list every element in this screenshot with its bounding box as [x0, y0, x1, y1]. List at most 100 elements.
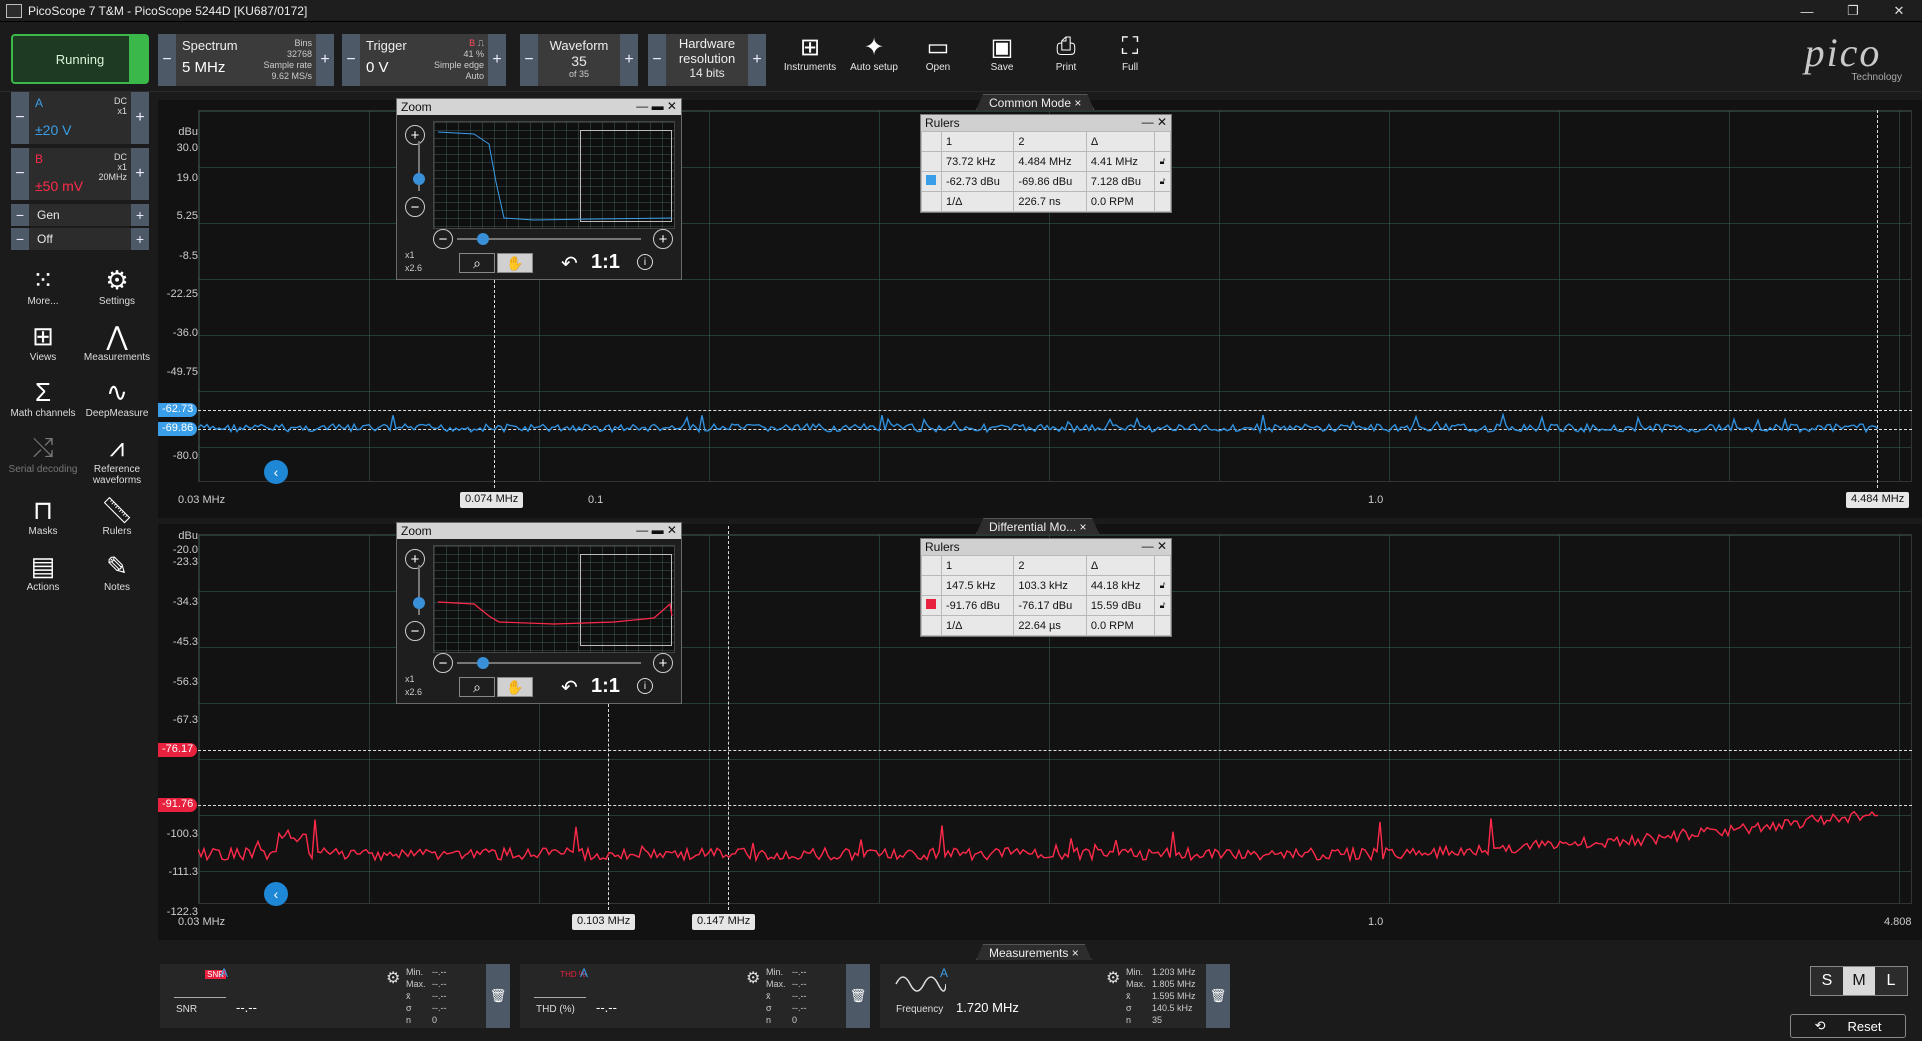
- previous-page-button-bottom[interactable]: ‹: [264, 882, 288, 906]
- reference-waveforms-button[interactable]: ⩘ Reference waveforms: [82, 432, 152, 486]
- notes-button[interactable]: ✎ Notes: [82, 550, 152, 594]
- zoom-in-button[interactable]: +: [405, 125, 425, 145]
- size-medium-button[interactable]: M: [1843, 967, 1875, 995]
- bottom-ruler-x-flag-1[interactable]: 0.103 MHz: [572, 914, 636, 930]
- differential-mode-tab[interactable]: Differential Mo... ×: [976, 518, 1100, 534]
- size-large-button[interactable]: L: [1875, 967, 1907, 995]
- waveform-value-box[interactable]: Waveform 35 of 35: [538, 34, 620, 86]
- math-channels-button[interactable]: Σ Math channels: [8, 376, 78, 420]
- top-ruler-flag-1[interactable]: -62.73: [158, 403, 198, 417]
- zoom-out-button[interactable]: −: [405, 197, 425, 217]
- measurements-tab[interactable]: Measurements ×: [976, 944, 1092, 960]
- zoom-overview-top[interactable]: Zoom — ▬ ✕ + − − + x1 x2.6 ⌕ ✋ ↶ 1:1 i: [396, 98, 682, 280]
- h-zoom-in-button[interactable]: +: [653, 229, 673, 249]
- channel-a-minus[interactable]: −: [11, 92, 29, 144]
- lock-icon[interactable]: 🔓︎: [1154, 595, 1171, 616]
- zoom-tool-button[interactable]: ⌕: [459, 253, 495, 273]
- serial-decoding-button[interactable]: ⤭ Serial decoding: [8, 432, 78, 475]
- rulers-panel-top[interactable]: Rulers — ✕ 12Δ 73.72 kHz 4.484 MHz 4.41 MHz…: [920, 114, 1172, 213]
- views-button[interactable]: ⊞ Views: [8, 320, 78, 364]
- settings-button[interactable]: ⚙ Settings: [82, 264, 152, 308]
- zoom-reset-button[interactable]: 1:1: [591, 675, 620, 698]
- previous-page-button[interactable]: ‹: [264, 460, 288, 484]
- h-zoom-out-button[interactable]: −: [433, 653, 453, 673]
- off-minus[interactable]: −: [11, 228, 29, 250]
- zoom-horizontal-knob[interactable]: [477, 657, 489, 669]
- gen-minus[interactable]: −: [11, 204, 29, 226]
- print-button[interactable]: ⎙ Print: [1038, 32, 1094, 73]
- spectrum-value-box[interactable]: Spectrum 5 MHz Bins 32768 Sample rate 9.62…: [176, 34, 316, 86]
- lock-icon[interactable]: 🔓︎: [1154, 151, 1171, 172]
- stop-strip[interactable]: [129, 36, 147, 82]
- delete-measurement-button[interactable]: 🗑︎: [846, 964, 870, 1028]
- common-mode-tab[interactable]: Common Mode ×: [976, 94, 1095, 110]
- top-ruler-x-flag-1[interactable]: 0.074 MHz: [460, 492, 524, 508]
- delete-measurement-button[interactable]: 🗑︎: [1206, 964, 1230, 1028]
- zoom-vertical-knob[interactable]: [413, 597, 425, 609]
- rulers-button[interactable]: 📏︎ Rulers: [82, 494, 152, 538]
- zoom-tool-button[interactable]: ⌕: [459, 677, 495, 697]
- instruments-button[interactable]: ⊞ Instruments: [782, 32, 838, 74]
- trigger-minus-button[interactable]: −: [342, 34, 360, 86]
- gear-icon[interactable]: ⚙: [386, 968, 400, 988]
- thd-measurement-card[interactable]: THD % A THD (%) --.-- ⚙ Min. Max. x̄ σ n --.…: [520, 964, 870, 1028]
- full-screen-button[interactable]: ⛶ Full: [1102, 32, 1158, 73]
- bottom-ruler-x-flag-2[interactable]: 0.147 MHz: [692, 914, 756, 930]
- gear-icon[interactable]: ⚙: [746, 968, 760, 988]
- masks-button[interactable]: ⊓ Masks: [8, 494, 78, 538]
- trigger-value-box[interactable]: Trigger 0 V B ⎍ 41 % Simple edge Auto: [360, 34, 488, 86]
- waveform-minus-button[interactable]: −: [520, 34, 538, 86]
- resolution-value-box[interactable]: Hardware resolution 14 bits: [666, 34, 748, 86]
- bottom-ruler-flag-2[interactable]: -91.76: [158, 798, 198, 812]
- save-button[interactable]: ▣ Save: [974, 32, 1030, 74]
- auto-setup-button[interactable]: ✦ Auto setup: [846, 32, 902, 74]
- zoom-thumbnail[interactable]: [433, 545, 675, 653]
- info-icon[interactable]: i: [637, 254, 653, 270]
- rulers-window-controls[interactable]: — ✕: [1142, 539, 1167, 553]
- h-zoom-in-button[interactable]: +: [653, 653, 673, 673]
- zoom-in-button[interactable]: +: [405, 549, 425, 569]
- undo-zoom-button[interactable]: ↶: [561, 251, 578, 276]
- bottom-ruler-flag-1[interactable]: -76.17: [158, 743, 198, 757]
- pan-tool-button[interactable]: ✋: [497, 253, 533, 273]
- delete-measurement-button[interactable]: 🗑︎: [486, 964, 510, 1028]
- off-control[interactable]: − Off +: [11, 228, 149, 250]
- waveform-plus-button[interactable]: +: [620, 34, 638, 86]
- snr-measurement-card[interactable]: SNR A SNR --.-- ⚙ Min. Max. x̄ σ n --.-- --.-…: [160, 964, 510, 1028]
- open-button[interactable]: ▭ Open: [910, 32, 966, 74]
- spectrum-plus-button[interactable]: +: [316, 34, 334, 86]
- pan-tool-button[interactable]: ✋: [497, 677, 533, 697]
- deepmeasure-button[interactable]: ∿ DeepMeasure: [82, 376, 152, 420]
- zoom-out-button[interactable]: −: [405, 621, 425, 641]
- restore-button[interactable]: ❐: [1830, 0, 1876, 22]
- reset-button[interactable]: ⟲ Reset: [1790, 1014, 1906, 1038]
- zoom-overview-bottom[interactable]: Zoom — ▬ ✕ + − − + x1 x2.6 ⌕ ✋ ↶ 1:1 i: [396, 522, 682, 704]
- rulers-panel-bottom[interactable]: Rulers — ✕ 12Δ 147.5 kHz 103.3 kHz 44.18 kH…: [920, 538, 1172, 637]
- rulers-window-controls[interactable]: — ✕: [1142, 115, 1167, 129]
- measurement-size-selector[interactable]: S M L: [1810, 966, 1908, 996]
- off-plus[interactable]: +: [131, 228, 149, 250]
- channel-b-plus[interactable]: +: [131, 148, 149, 200]
- channel-a-plus[interactable]: +: [131, 92, 149, 144]
- zoom-reset-button[interactable]: 1:1: [591, 251, 620, 274]
- gen-plus[interactable]: +: [131, 204, 149, 226]
- run-stop-button[interactable]: Running: [11, 34, 149, 84]
- size-small-button[interactable]: S: [1811, 967, 1843, 995]
- signal-generator-control[interactable]: − Gen +: [11, 204, 149, 226]
- zoom-horizontal-knob[interactable]: [477, 233, 489, 245]
- h-zoom-out-button[interactable]: −: [433, 229, 453, 249]
- channel-b-minus[interactable]: −: [11, 148, 29, 200]
- top-ruler-x-flag-2[interactable]: 4.484 MHz: [1846, 492, 1910, 508]
- measurements-button[interactable]: ⋀ Measurements: [82, 320, 152, 364]
- trigger-plus-button[interactable]: +: [488, 34, 506, 86]
- close-window-button[interactable]: ✕: [1876, 0, 1922, 22]
- more-button[interactable]: ⁙ More...: [8, 264, 78, 308]
- info-icon[interactable]: i: [637, 678, 653, 694]
- zoom-window-controls[interactable]: — ▬ ✕: [636, 523, 677, 537]
- lock-icon[interactable]: 🔓︎: [1154, 171, 1171, 192]
- spectrum-minus-button[interactable]: −: [158, 34, 176, 86]
- zoom-window-controls[interactable]: — ▬ ✕: [636, 99, 677, 113]
- minimize-button[interactable]: —: [1784, 0, 1830, 22]
- zoom-thumbnail[interactable]: [433, 121, 675, 229]
- frequency-measurement-card[interactable]: A Frequency 1.720 MHz ⚙ Min. Max. x̄ σ n 1.2…: [880, 964, 1230, 1028]
